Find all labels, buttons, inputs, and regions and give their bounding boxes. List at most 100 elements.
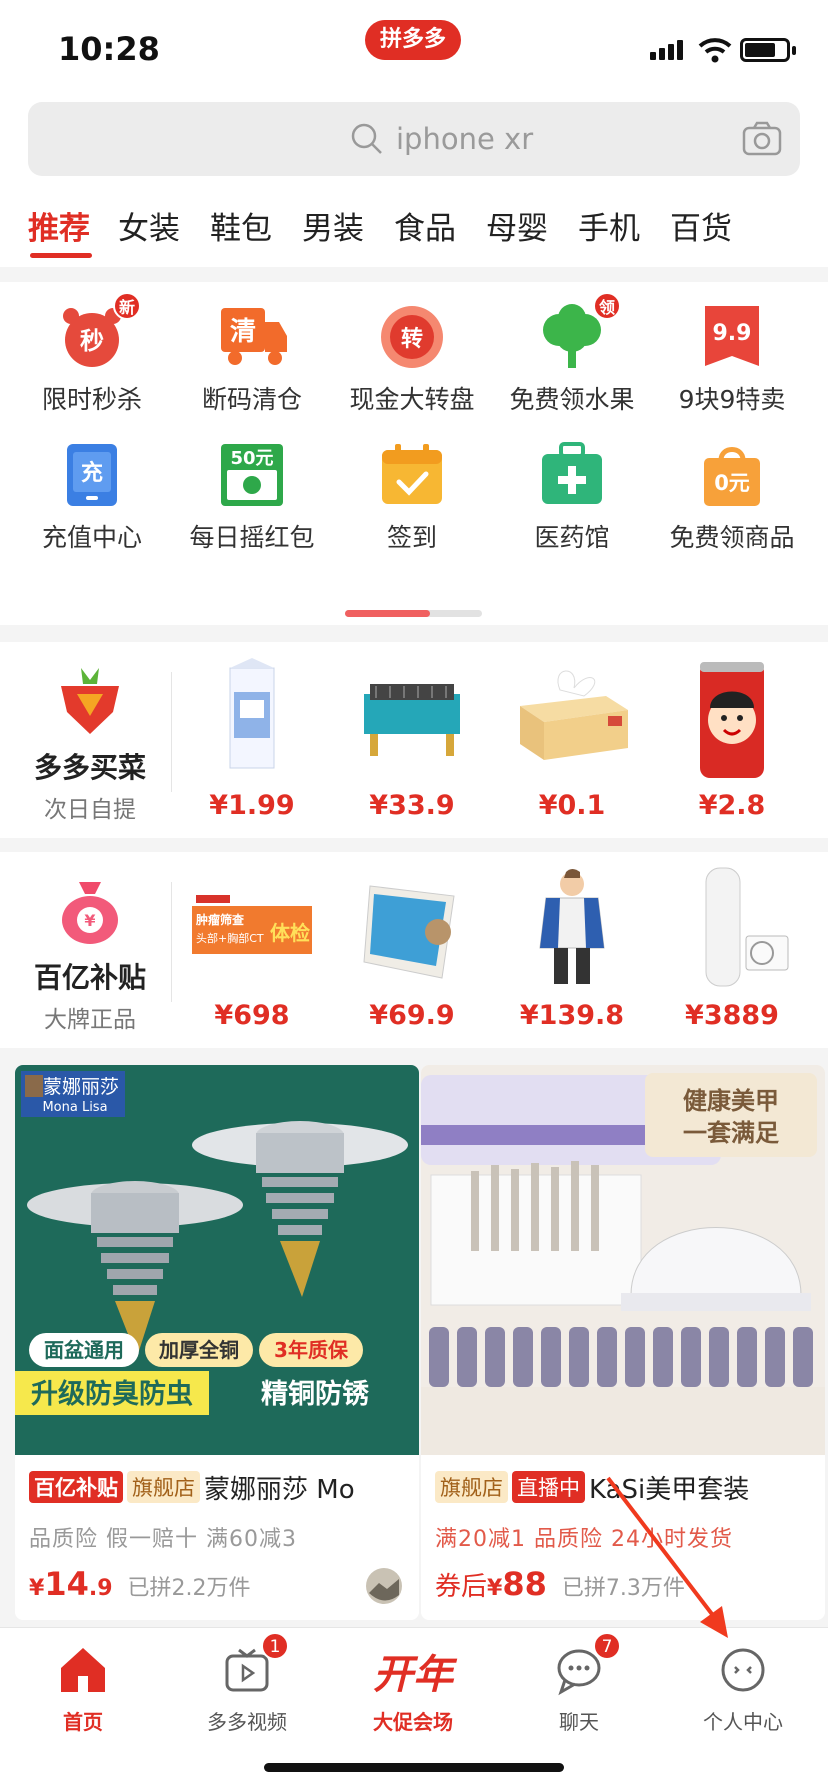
tab-shoes-bags[interactable]: 鞋包	[210, 203, 272, 248]
clock: 10:28	[58, 30, 160, 68]
grid-item-9-9-sale[interactable]: 9.9 9块9特卖	[652, 304, 812, 416]
subsidy-price: ¥69.9	[369, 1000, 455, 1031]
cellular-signal-icon	[650, 40, 686, 60]
tab-women[interactable]: 女装	[118, 203, 180, 248]
clearance-glyph: 清	[230, 317, 256, 347]
sold-count: 已拼7.3万件	[561, 1576, 685, 1601]
health-check-card-image: 肿瘤筛查 头部+胸部CT 体检	[192, 892, 312, 954]
product-price: ¥14.9	[29, 1565, 113, 1603]
new-badge: 新	[113, 292, 141, 320]
sold-count: 已拼2.2万件	[127, 1576, 251, 1601]
banner-left: 升级防臭防虫	[31, 1378, 193, 1410]
product-card[interactable]: 蒙娜丽莎 Mona Lisa 面盆通用 加厚全铜 3年质保 升级防臭防虫 精铜防…	[15, 1065, 419, 1620]
nav-promo[interactable]: 开年 大促会场	[338, 1642, 488, 1735]
home-indicator	[264, 1763, 564, 1772]
tab-general[interactable]: 百货	[670, 203, 732, 248]
truck-icon: 清	[219, 304, 287, 370]
subsidy-price: ¥3889	[685, 1000, 779, 1031]
grid-page-indicator	[345, 610, 482, 617]
water-heater-image	[705, 867, 789, 987]
battery-icon	[740, 38, 796, 62]
groceries-header[interactable]: 多多买菜 次日自提	[10, 642, 170, 838]
video-badge: 1	[261, 1632, 289, 1660]
grid-item-flash-sale[interactable]: 秒 新 限时秒杀	[12, 292, 172, 416]
grid-item-label: 充值中心	[41, 523, 142, 552]
product-price: ¥88	[487, 1565, 547, 1603]
tab-recommend[interactable]: 推荐	[28, 203, 90, 248]
grocery-item[interactable]: ¥33.9	[332, 642, 492, 838]
tab-men[interactable]: 男装	[302, 203, 364, 248]
grid-item-label: 每日摇红包	[189, 523, 315, 552]
grid-item-recharge[interactable]: 充 充值中心	[12, 442, 172, 554]
subsidy-item[interactable]: 肿瘤筛查 头部+胸部CT 体检 ¥698	[172, 852, 332, 1048]
home-icon	[55, 1642, 111, 1698]
wifi-icon	[698, 38, 732, 63]
grocery-item[interactable]: ¥1.99	[172, 642, 332, 838]
svg-text:¥: ¥	[84, 911, 95, 930]
grocery-price: ¥1.99	[209, 790, 295, 821]
chip-1: 面盆通用	[44, 1338, 124, 1362]
product-price-line: 券后¥88 已拼7.3万件	[435, 1565, 685, 1603]
video-icon: 1	[219, 1632, 289, 1698]
grid-item-pharmacy[interactable]: 医药馆	[492, 442, 652, 554]
card-line-1: 肿瘤筛查	[196, 912, 245, 927]
drink-can-image	[700, 662, 764, 778]
grocery-item[interactable]: ¥0.1	[492, 642, 652, 838]
product-services: 满20减1 品质险 24小时发货	[435, 1527, 733, 1552]
subsidy-item[interactable]: ¥3889	[652, 852, 812, 1048]
promo-glyph: 开年	[373, 1652, 458, 1698]
groceries-row[interactable]: 多多买菜 次日自提 ¥1.99 ¥33.9 ¥0.1 ¥2.8	[0, 642, 828, 838]
grid-item-label: 签到	[386, 523, 437, 552]
grid-item-check-in[interactable]: 签到	[332, 442, 492, 554]
tab-baby[interactable]: 母婴	[486, 203, 548, 248]
nav-home[interactable]: 首页	[8, 1642, 158, 1735]
price-prefix: 券后	[435, 1572, 488, 1602]
feature-grid: 秒 新 限时秒杀 清 断码清仓 转 现金大转盘 领 免费领水果 9.9 9块9特…	[0, 282, 828, 625]
grid-item-daily-red-packet[interactable]: 50元 每日摇红包	[172, 442, 332, 554]
card-line-2: 头部+胸部CT	[196, 931, 264, 945]
nav-video[interactable]: 1 多多视频	[172, 1632, 322, 1735]
phone-charge-icon: 充	[59, 442, 125, 508]
product-services: 品质险 假一赔十 满60减3	[29, 1527, 297, 1552]
subsidy-header[interactable]: ¥ 百亿补贴 大牌正品	[10, 852, 170, 1048]
subsidy-row[interactable]: ¥ 百亿补贴 大牌正品 肿瘤筛查 头部+胸部CT 体检 ¥698 ¥69.9 ¥…	[0, 852, 828, 1048]
tab-food[interactable]: 食品	[394, 203, 456, 248]
brand-logo-en: Mona Lisa	[42, 1100, 107, 1115]
product-card[interactable]: 健康美甲 一套满足 旗舰店 直播中 KaSi美甲套装 满20减1 品质险 24小时发…	[421, 1065, 825, 1620]
milk-carton-image	[229, 658, 275, 769]
nav-profile[interactable]: 个人中心	[668, 1642, 818, 1735]
camera-icon[interactable]	[742, 120, 782, 156]
shopping-bag-icon: 0元	[699, 442, 765, 508]
subsidy-item[interactable]: ¥69.9	[332, 852, 492, 1048]
subsidy-item[interactable]: ¥139.8	[492, 852, 652, 1048]
currency-symbol: ¥	[487, 1576, 503, 1601]
flagship-tag: 旗舰店	[435, 1471, 508, 1503]
money-bag-icon: ¥	[55, 876, 125, 946]
medical-kit-icon	[539, 442, 605, 508]
nav-label: 首页	[63, 1710, 103, 1734]
flash-sale-glyph: 秒	[80, 327, 104, 355]
grid-item-clearance[interactable]: 清 断码清仓	[172, 304, 332, 416]
grocery-price: ¥33.9	[369, 790, 455, 821]
search-icon	[351, 123, 382, 154]
nav-label: 聊天	[559, 1710, 599, 1734]
grocery-item[interactable]: ¥2.8	[652, 642, 812, 838]
product-title: KaSi美甲套装	[589, 1475, 750, 1505]
tab-phones[interactable]: 手机	[578, 203, 640, 248]
drain-plug-product-image: 蒙娜丽莎 Mona Lisa 面盆通用 加厚全铜 3年质保 升级防臭防虫 精铜防…	[15, 1065, 419, 1455]
chat-badge: 7	[593, 1632, 621, 1660]
groceries-title: 多多买菜	[33, 751, 146, 784]
buyer-avatar	[366, 1568, 402, 1604]
grid-item-free-goods[interactable]: 0元 免费领商品	[652, 442, 812, 554]
grill-image	[364, 684, 460, 756]
search-input[interactable]: iphone xr	[28, 102, 800, 176]
free-goods-glyph: 0元	[714, 471, 750, 495]
nav-chat[interactable]: 7 聊天	[504, 1632, 654, 1735]
grid-item-cash-wheel[interactable]: 转 现金大转盘	[332, 304, 492, 416]
category-tabs: 推荐 女装 鞋包 男装 食品 母婴 手机 百货	[0, 195, 828, 267]
banner-right: 精铜防锈	[261, 1379, 369, 1410]
wheel-icon: 转	[379, 304, 445, 370]
grid-item-free-fruit[interactable]: 领 免费领水果	[492, 292, 652, 416]
chip-2: 加厚全铜	[158, 1338, 239, 1362]
subsidy-tag: 百亿补贴	[29, 1471, 123, 1503]
